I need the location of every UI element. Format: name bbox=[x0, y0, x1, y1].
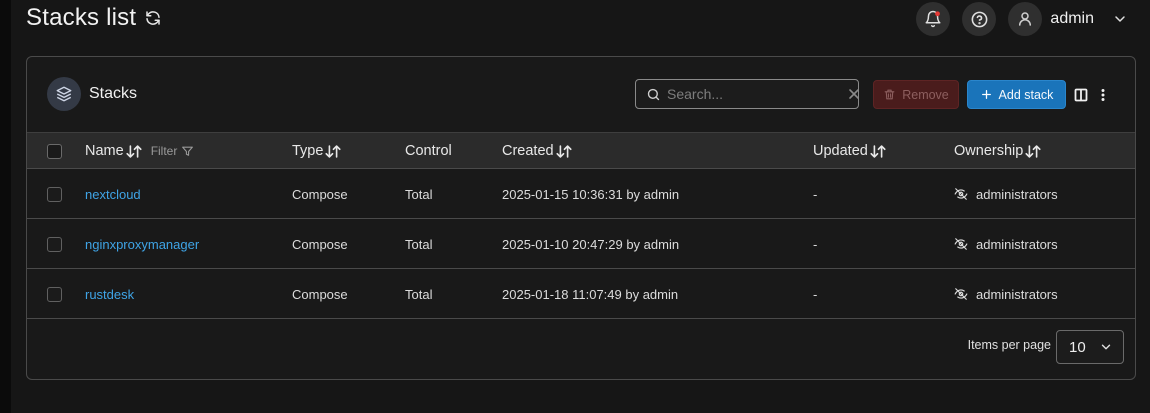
sort-icon[interactable] bbox=[555, 144, 573, 159]
column-type-label: Type bbox=[292, 143, 324, 159]
ownership-label: administrators bbox=[976, 286, 1058, 302]
bell-icon bbox=[924, 10, 942, 28]
column-ownership-label: Ownership bbox=[954, 143, 1024, 159]
stack-updated: - bbox=[813, 236, 818, 252]
help-icon bbox=[970, 10, 989, 29]
search-icon bbox=[646, 87, 661, 102]
avatar bbox=[1008, 2, 1043, 36]
column-header-type[interactable]: Type bbox=[292, 133, 342, 169]
table-row: nginxproxymanager Compose Total 2025-01-… bbox=[27, 219, 1135, 269]
row-checkbox[interactable] bbox=[47, 186, 62, 202]
stack-name-link[interactable]: nginxproxymanager bbox=[85, 219, 199, 269]
columns-settings-icon[interactable] bbox=[1074, 88, 1088, 102]
search-input[interactable] bbox=[667, 86, 848, 102]
table-row: nextcloud Compose Total 2025-01-15 10:36… bbox=[27, 169, 1135, 219]
left-sidebar-edge bbox=[0, 0, 11, 413]
stack-name-link[interactable]: nextcloud bbox=[85, 169, 141, 219]
eye-off-icon bbox=[954, 187, 968, 201]
stack-updated: - bbox=[813, 186, 818, 202]
row-select-cell bbox=[47, 269, 62, 319]
user-icon bbox=[1016, 10, 1034, 28]
remove-button[interactable]: Remove bbox=[873, 80, 959, 109]
items-per-page-select[interactable]: 10 bbox=[1056, 330, 1124, 364]
notifications-button[interactable] bbox=[916, 2, 951, 36]
stack-created: 2025-01-18 11:07:49 by admin bbox=[502, 286, 679, 302]
plus-icon bbox=[980, 88, 993, 101]
stacks-card: Stacks Remove Add stack bbox=[26, 56, 1136, 380]
filter-icon bbox=[181, 145, 194, 158]
header-actions: admin bbox=[916, 2, 1128, 36]
items-per-page-value: 10 bbox=[1069, 338, 1086, 356]
page-title: Stacks list bbox=[26, 4, 162, 32]
chevron-down-icon bbox=[1112, 11, 1128, 27]
table-row: rustdesk Compose Total 2025-01-18 11:07:… bbox=[27, 269, 1135, 319]
help-button[interactable] bbox=[962, 2, 997, 36]
stack-control: Total bbox=[405, 186, 433, 202]
card-title: Stacks bbox=[89, 85, 138, 102]
add-stack-button[interactable]: Add stack bbox=[967, 80, 1066, 109]
sort-icon[interactable] bbox=[1024, 144, 1042, 159]
more-options-icon[interactable] bbox=[1098, 88, 1108, 102]
ownership-label: administrators bbox=[976, 186, 1058, 202]
page-title-text: Stacks list bbox=[26, 4, 137, 31]
eye-off-icon bbox=[954, 287, 968, 301]
column-updated-label: Updated bbox=[813, 143, 868, 159]
eye-off-icon bbox=[954, 237, 968, 251]
column-header-ownership[interactable]: Ownership bbox=[954, 133, 1042, 169]
add-stack-button-label: Add stack bbox=[998, 87, 1054, 102]
select-all-cell bbox=[47, 133, 62, 169]
stack-control: Total bbox=[405, 236, 433, 252]
column-control-label: Control bbox=[405, 143, 452, 159]
stack-created: 2025-01-10 20:47:29 by admin bbox=[502, 236, 680, 252]
filter-label: Filter bbox=[150, 144, 178, 158]
column-name-label: Name bbox=[85, 143, 124, 159]
table-header: Name Filter Type Control Created Updated… bbox=[27, 132, 1135, 169]
stack-name-link[interactable]: rustdesk bbox=[85, 269, 134, 319]
column-header-created[interactable]: Created bbox=[502, 133, 573, 169]
stack-created: 2025-01-15 10:36:31 by admin bbox=[502, 186, 680, 202]
select-all-checkbox[interactable] bbox=[47, 143, 62, 159]
remove-button-label: Remove bbox=[902, 87, 949, 102]
stack-layers-icon bbox=[47, 77, 81, 111]
sort-icon[interactable] bbox=[324, 144, 342, 159]
stack-type: Compose bbox=[292, 186, 348, 202]
stack-control: Total bbox=[405, 286, 433, 302]
stack-ownership: administrators bbox=[954, 169, 1058, 219]
column-header-updated[interactable]: Updated bbox=[813, 133, 887, 169]
card-header: Stacks Remove Add stack bbox=[27, 57, 1135, 132]
table-footer: Items per page 10 bbox=[27, 320, 1135, 379]
row-checkbox[interactable] bbox=[47, 286, 62, 302]
column-header-name[interactable]: Name Filter bbox=[85, 133, 194, 169]
stack-ownership: administrators bbox=[954, 269, 1058, 319]
column-created-label: Created bbox=[502, 143, 554, 159]
sort-icon[interactable] bbox=[869, 144, 887, 159]
clear-search-icon[interactable] bbox=[848, 88, 860, 100]
stack-ownership: administrators bbox=[954, 219, 1058, 269]
user-name: admin bbox=[1050, 10, 1094, 27]
row-select-cell bbox=[47, 219, 62, 269]
items-per-page-label: Items per page bbox=[967, 338, 1051, 352]
trash-icon bbox=[883, 88, 896, 101]
stack-type: Compose bbox=[292, 286, 348, 302]
search-field[interactable] bbox=[635, 79, 859, 109]
refresh-icon[interactable] bbox=[144, 9, 162, 27]
stack-type: Compose bbox=[292, 236, 348, 252]
stack-updated: - bbox=[813, 286, 818, 302]
sort-icon[interactable] bbox=[125, 144, 143, 159]
column-header-control: Control bbox=[405, 133, 452, 169]
filter-button[interactable]: Filter bbox=[151, 144, 195, 158]
row-select-cell bbox=[47, 169, 62, 219]
user-menu[interactable]: admin bbox=[1008, 2, 1128, 36]
row-checkbox[interactable] bbox=[47, 236, 62, 252]
chevron-down-icon bbox=[1099, 340, 1113, 354]
ownership-label: administrators bbox=[976, 236, 1058, 252]
